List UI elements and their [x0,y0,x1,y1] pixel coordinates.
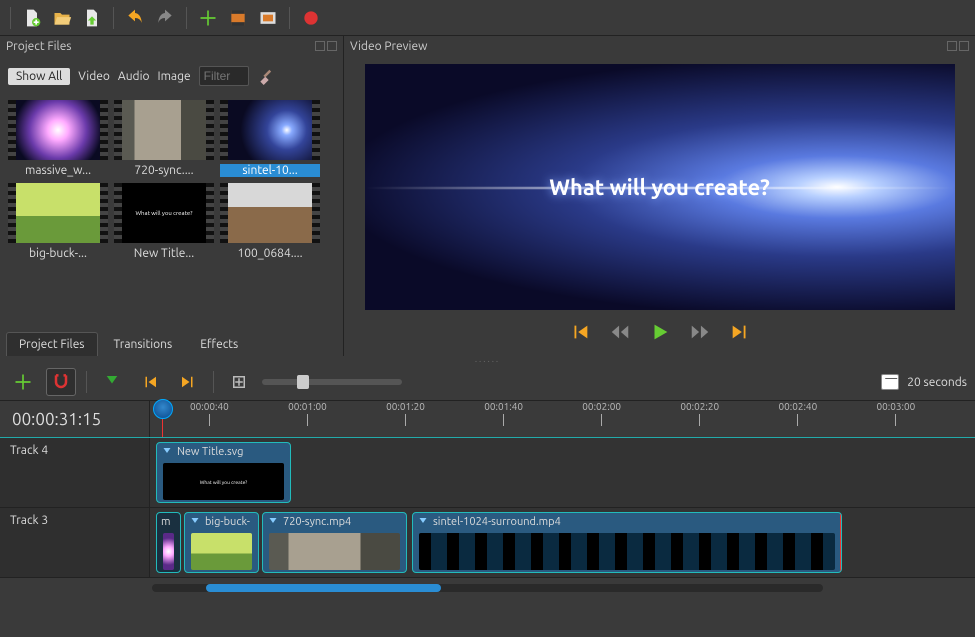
jump-end-button[interactable] [728,320,752,344]
clip-massive[interactable]: m [156,512,181,573]
clip-label: New Title.svg [177,446,243,458]
ruler-tick-label: 00:01:00 [288,401,327,412]
filter-audio[interactable]: Audio [118,70,150,83]
clip-thumbnail [419,533,835,570]
timeline-ruler[interactable]: 00:00:40 00:01:00 00:01:20 00:01:40 00:02:00… [150,401,975,437]
clip-thumbnail: What will you create? [163,463,284,500]
ruler-tick-label: 00:02:40 [778,401,817,412]
ruler-tick-label: 00:01:40 [484,401,523,412]
thumb-label: 720-sync.... [114,164,214,177]
project-file-thumb-1[interactable]: 720-sync.... [114,100,214,177]
project-file-thumb-5[interactable]: 100_0684.... [220,183,320,260]
dock-controls-right[interactable] [947,41,969,51]
clip-thumbnail [191,533,252,570]
clip-big-buck[interactable]: big-buck- [184,512,259,573]
timecode-display: 00:00:31:15 [0,401,150,437]
clip-label: m [161,516,171,528]
center-playhead-button[interactable] [224,368,254,396]
new-project-button[interactable] [19,5,45,31]
clip-label: big-buck- [205,516,250,528]
open-project-button[interactable] [49,5,75,31]
rewind-button[interactable] [608,320,632,344]
thumb-label: sintel-10... [220,164,320,177]
clip-720-sync[interactable]: 720-sync.mp4 [262,512,407,573]
filter-input[interactable] [199,66,249,86]
horizontal-splitter[interactable]: ······ [0,356,975,364]
clip-new-title[interactable]: New Title.svg What will you create? [156,442,291,503]
filter-video[interactable]: Video [78,70,110,83]
ruler-tick-label: 00:01:20 [386,401,425,412]
tab-transitions[interactable]: Transitions [102,333,185,356]
tab-project-files[interactable]: Project Files [6,332,98,356]
project-files-title: Project Files [6,40,72,53]
play-button[interactable] [648,320,672,344]
zoom-unit-selector[interactable] [881,374,899,390]
project-file-thumb-3[interactable]: big-buck-... [8,183,108,260]
filter-show-all[interactable]: Show All [8,68,70,85]
ruler-tick-label: 00:02:20 [680,401,719,412]
track-body-4[interactable]: New Title.svg What will you create? [150,438,975,507]
track-header-4[interactable]: Track 4 [0,438,150,507]
zoom-label: 20 seconds [907,376,967,389]
clip-label: 720-sync.mp4 [283,516,351,528]
snapping-toggle[interactable] [46,368,76,396]
playhead[interactable] [162,401,163,437]
choose-profile-button[interactable] [225,5,251,31]
fast-forward-button[interactable] [688,320,712,344]
video-preview-canvas[interactable]: What will you create? [365,64,955,310]
jump-start-button[interactable] [568,320,592,344]
next-marker-button[interactable] [173,368,203,396]
filter-image[interactable]: Image [158,70,191,83]
add-track-button[interactable] [8,368,38,396]
previous-marker-button[interactable] [135,368,165,396]
project-file-thumb-4[interactable]: What will you create?New Title... [114,183,214,260]
timeline-scrollbar[interactable] [152,584,823,592]
undo-button[interactable] [122,5,148,31]
export-video-button[interactable] [298,5,324,31]
clip-thumbnail [163,533,174,570]
track-header-3[interactable]: Track 3 [0,508,150,577]
track-body-3[interactable]: m big-buck- 720-sync.mp4 sintel-1024-sur… [150,508,975,577]
zoom-slider[interactable] [262,379,402,385]
clear-filter-icon[interactable] [257,65,277,88]
thumb-label: 100_0684.... [220,247,320,260]
add-marker-button[interactable] [97,368,127,396]
clip-thumbnail [269,533,400,570]
clip-sintel[interactable]: sintel-1024-surround.mp4 [412,512,842,573]
ruler-tick-label: 00:00:40 [190,401,229,412]
project-file-thumb-0[interactable]: massive_w... [8,100,108,177]
tab-effects[interactable]: Effects [188,333,250,356]
clip-label: sintel-1024-surround.mp4 [433,516,561,528]
fullscreen-button[interactable] [255,5,281,31]
thumb-label: New Title... [114,247,214,260]
ruler-tick-label: 00:03:00 [877,401,916,412]
import-files-button[interactable] [195,5,221,31]
redo-button[interactable] [152,5,178,31]
preview-overlay-text: What will you create? [549,175,770,200]
project-file-thumb-2[interactable]: sintel-10... [220,100,320,177]
thumb-label: massive_w... [8,164,108,177]
save-project-button[interactable] [79,5,105,31]
thumb-label: big-buck-... [8,247,108,260]
dock-controls-left[interactable] [315,41,337,51]
ruler-tick-label: 00:02:00 [582,401,621,412]
video-preview-title: Video Preview [350,40,427,53]
